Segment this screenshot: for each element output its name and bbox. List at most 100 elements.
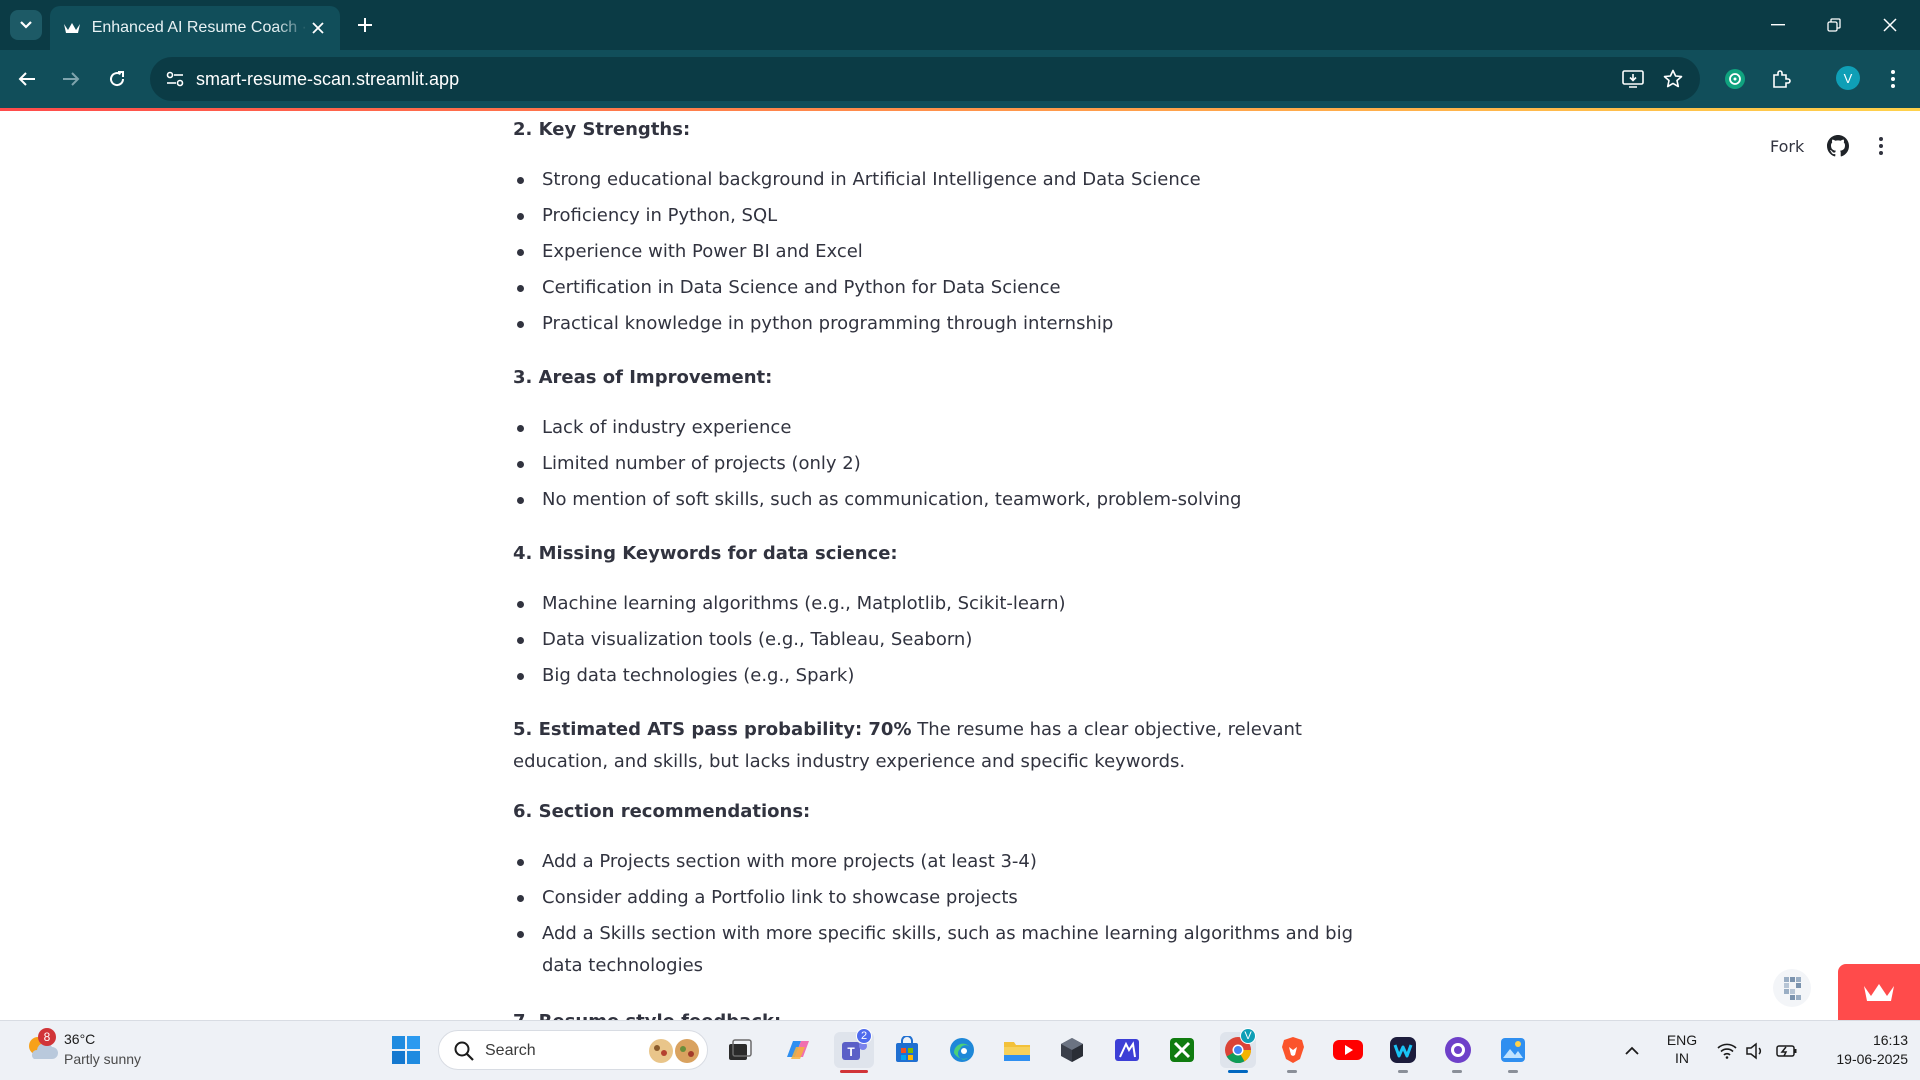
photos-app[interactable]	[1495, 1032, 1531, 1068]
browser-toolbar: smart-resume-scan.streamlit.app	[0, 50, 1920, 108]
xbox-app[interactable]	[1164, 1032, 1200, 1068]
edge-icon	[950, 1038, 974, 1062]
kebab-menu-icon	[1879, 137, 1883, 155]
restore-button[interactable]	[1814, 8, 1854, 42]
url-text[interactable]: smart-resume-scan.streamlit.app	[196, 69, 459, 90]
list-item: Practical knowledge in python programmin…	[513, 308, 1383, 344]
store-icon	[896, 1036, 918, 1062]
taskbar-search-box[interactable]: Search	[438, 1030, 708, 1070]
bookmark-star-icon[interactable]	[1658, 64, 1688, 94]
volume-icon[interactable]	[1744, 1040, 1766, 1062]
list-item: Lack of industry experience	[513, 412, 1383, 448]
weather-alert-badge: 8	[38, 1028, 56, 1046]
edge-app[interactable]	[944, 1032, 980, 1068]
list-item: Machine learning algorithms (e.g., Matpl…	[513, 588, 1383, 624]
show-hidden-icons-button[interactable]	[1620, 1038, 1644, 1062]
chrome-running-indicator	[1228, 1070, 1248, 1073]
reload-icon	[110, 71, 125, 87]
streamlit-crown-icon	[1864, 984, 1894, 1001]
address-bar[interactable]: smart-resume-scan.streamlit.app	[150, 57, 1700, 101]
editor-app[interactable]	[1109, 1032, 1145, 1068]
chatgpt-extension-icon[interactable]	[1720, 64, 1750, 94]
streamlit-crown-icon	[62, 18, 82, 38]
photos-running-indicator	[1508, 1070, 1518, 1073]
app-menu-button[interactable]	[1870, 134, 1892, 158]
xbox-icon	[1170, 1038, 1194, 1062]
taskbar-clock[interactable]: 16:13 19-06-2025	[1812, 1031, 1908, 1069]
reload-button[interactable]	[102, 64, 132, 94]
streamlit-hosted-badge[interactable]	[1838, 964, 1920, 1020]
active-tab[interactable]: Enhanced AI Resume Coach · Streamlit	[50, 6, 340, 50]
input-language-indicator[interactable]: ENG IN	[1664, 1031, 1700, 1067]
copilot-app[interactable]	[780, 1032, 816, 1068]
missing-keywords-list: Machine learning algorithms (e.g., Matpl…	[513, 588, 1383, 696]
list-item: Experience with Power BI and Excel	[513, 236, 1383, 272]
profile-avatar[interactable]: V	[1836, 66, 1860, 90]
cube-icon	[1061, 1038, 1083, 1062]
photos-icon	[1501, 1038, 1525, 1062]
tab-title: Enhanced AI Resume Coach · Streamlit	[91, 19, 309, 36]
list-item: Certification in Data Science and Python…	[513, 272, 1383, 308]
restore-icon	[1827, 18, 1841, 32]
wifi-icon[interactable]	[1716, 1040, 1738, 1062]
file-explorer-app[interactable]	[999, 1032, 1035, 1068]
youtube-app[interactable]	[1330, 1032, 1366, 1068]
brave-lion-icon	[1282, 1037, 1304, 1063]
close-tab-icon[interactable]	[308, 18, 328, 38]
section-title-key-strengths: 2. Key Strengths:	[513, 119, 691, 140]
chrome-profile-badge: V	[1240, 1028, 1256, 1044]
list-item: Add a Skills section with more specific …	[513, 918, 1383, 982]
search-placeholder: Search	[485, 1042, 536, 1059]
ats-probability-paragraph: 5. Estimated ATS pass probability: 70% T…	[513, 714, 1383, 778]
github-icon[interactable]	[1826, 134, 1850, 158]
weather-description[interactable]: Partly sunny	[64, 1051, 141, 1067]
install-app-icon[interactable]	[1618, 64, 1648, 94]
site-info-icon[interactable]	[160, 64, 190, 94]
search-highlight-icon	[649, 1039, 699, 1063]
battery-charging-icon[interactable]	[1776, 1040, 1798, 1062]
cube-app[interactable]	[1054, 1032, 1090, 1068]
list-item: No mention of soft skills, such as commu…	[513, 484, 1383, 520]
github-desktop-app[interactable]	[1440, 1032, 1476, 1068]
forward-button[interactable]	[56, 64, 86, 94]
list-item: Add a Projects section with more project…	[513, 846, 1383, 882]
language-code: ENG	[1666, 1032, 1698, 1048]
list-item: Proficiency in Python, SQL	[513, 200, 1383, 236]
windows-logo-icon	[392, 1036, 420, 1064]
copilot-icon	[787, 1041, 809, 1059]
task-view-button[interactable]	[722, 1032, 758, 1068]
fork-button[interactable]: Fork	[1770, 137, 1804, 156]
clock-date: 19-06-2025	[1836, 1051, 1908, 1067]
minimize-button[interactable]	[1758, 8, 1798, 42]
clock-time: 16:13	[1872, 1032, 1908, 1048]
edit-app-icon	[1115, 1039, 1139, 1061]
browser-tab-bar: Enhanced AI Resume Coach · Streamlit	[0, 0, 1920, 50]
arrow-left-icon	[18, 72, 35, 86]
microsoft-store-app[interactable]	[889, 1032, 925, 1068]
search-icon	[454, 1041, 474, 1061]
list-item: Consider adding a Portfolio link to show…	[513, 882, 1383, 918]
teams-running-indicator	[840, 1070, 868, 1073]
webex-app[interactable]	[1385, 1032, 1421, 1068]
start-button[interactable]	[388, 1032, 424, 1068]
browser-menu-icon[interactable]	[1878, 64, 1908, 94]
list-item: Big data technologies (e.g., Spark)	[513, 660, 1383, 696]
tab-search-button[interactable]	[10, 10, 42, 40]
close-icon	[1883, 18, 1897, 32]
close-window-button[interactable]	[1870, 8, 1910, 42]
list-item: Strong educational background in Artific…	[513, 164, 1383, 200]
back-button[interactable]	[12, 64, 42, 94]
chevron-up-icon	[1625, 1046, 1639, 1055]
task-view-icon	[729, 1039, 752, 1060]
streamlit-status-widget-icon[interactable]	[1772, 968, 1812, 1008]
extensions-puzzle-icon[interactable]	[1766, 64, 1796, 94]
brave-running-indicator	[1287, 1070, 1297, 1073]
youtube-icon	[1333, 1040, 1363, 1060]
key-strengths-list: Strong educational background in Artific…	[513, 164, 1383, 344]
weather-temperature[interactable]: 36°C	[64, 1031, 95, 1047]
new-tab-button[interactable]	[352, 12, 378, 38]
section-title-resume-style-feedback: 7. Resume style feedback:	[513, 1008, 781, 1020]
brave-app[interactable]	[1275, 1032, 1311, 1068]
github-desktop-icon	[1445, 1037, 1471, 1063]
section-recommendations-list: Add a Projects section with more project…	[513, 846, 1383, 982]
